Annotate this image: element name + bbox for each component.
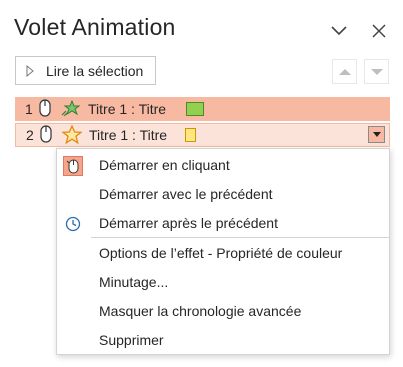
animation-name: Titre 1 : Titre: [88, 101, 167, 117]
animation-item-2[interactable]: 2 Titre 1 : Titre: [15, 123, 390, 147]
triangle-down-icon: [370, 68, 383, 75]
star-sparkle-icon: [61, 99, 81, 120]
move-down-button[interactable]: [364, 59, 389, 84]
animation-context-menu: Démarrer en cliquant Démarrer avec le pr…: [56, 148, 390, 355]
move-up-button[interactable]: [332, 59, 357, 84]
mouse-icon: [63, 156, 83, 176]
animation-dropdown-button[interactable]: [368, 126, 385, 143]
menu-separator: [91, 237, 389, 238]
animation-number: 2: [26, 127, 34, 143]
chevron-down-icon: [331, 26, 347, 36]
star-outline-icon: [61, 124, 83, 147]
close-pane-button[interactable]: [368, 20, 390, 42]
animation-item-1[interactable]: 1 Titre 1 : Titre: [15, 97, 390, 121]
timeline-bar[interactable]: [185, 128, 196, 142]
close-icon: [372, 24, 386, 38]
menu-item-start-with-previous[interactable]: Démarrer avec le précédent: [57, 181, 389, 209]
menu-item-hide-advanced-timeline[interactable]: Masquer la chronologie avancée: [57, 298, 389, 326]
play-selection-button[interactable]: Lire la sélection: [15, 56, 156, 85]
animation-number: 1: [25, 101, 33, 117]
play-selection-label: Lire la sélection: [46, 62, 144, 79]
menu-item-delete[interactable]: Supprimer: [57, 327, 389, 355]
mouse-icon: [40, 125, 52, 146]
timeline-bar[interactable]: [186, 102, 204, 116]
play-icon: [16, 64, 44, 77]
clock-icon: [63, 214, 83, 234]
menu-item-timing[interactable]: Minutage...: [57, 269, 389, 297]
pane-title: Volet Animation: [14, 14, 176, 40]
menu-item-start-after-previous[interactable]: Démarrer après le précédent: [57, 210, 389, 238]
collapse-pane-button[interactable]: [328, 20, 350, 42]
animation-name: Titre 1 : Titre: [89, 127, 168, 143]
triangle-down-icon: [372, 132, 381, 137]
triangle-up-icon: [338, 68, 351, 75]
menu-item-start-on-click[interactable]: Démarrer en cliquant: [57, 152, 389, 180]
mouse-icon: [39, 99, 51, 120]
menu-item-effect-options[interactable]: Options de l’effet - Propriété de couleu…: [57, 240, 389, 268]
